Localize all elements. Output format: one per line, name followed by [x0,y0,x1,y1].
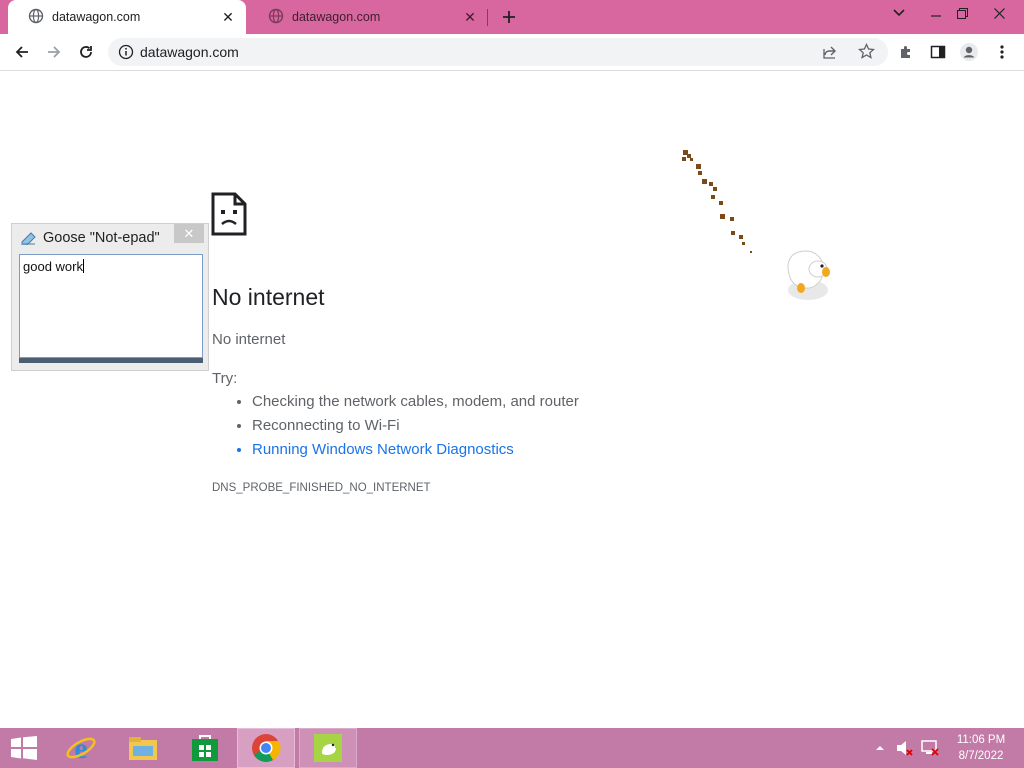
info-icon[interactable] [118,44,134,60]
desktop-goose[interactable] [670,145,840,315]
internet-explorer-icon[interactable]: e [52,728,110,768]
url-text[interactable]: datawagon.com [140,44,239,60]
start-icon[interactable] [0,728,48,768]
close-tab-icon[interactable]: ✕ [462,9,478,25]
goose-notepad-window[interactable]: Goose "Not-epad" ✕ good work [11,223,209,371]
svg-text:e: e [74,732,87,764]
tab-inactive[interactable]: datawagon.com ✕ [248,0,488,34]
restore-button[interactable] [946,0,978,26]
volume-muted-icon[interactable] [896,728,914,768]
tab-title: datawagon.com [52,10,141,24]
tab-title: datawagon.com [292,10,381,24]
address-bar[interactable]: datawagon.com [108,38,888,66]
tab-active[interactable]: datawagon.com ✕ [8,0,246,34]
clock-time: 11:06 PM [956,734,1006,746]
notepad-title: Goose "Not-epad" [43,230,160,246]
windows-taskbar: e 11:06 PM 8/7/2022 [0,728,1024,768]
menu-dots-icon[interactable] [988,38,1016,66]
error-code: DNS_PROBE_FINISHED_NO_INTERNET [212,482,431,494]
network-disconnected-icon[interactable] [920,728,940,768]
notepad-textarea[interactable]: good work [19,254,203,358]
side-panel-icon[interactable] [924,38,952,66]
try-label: Try: [212,370,238,387]
muddy-footprints [682,150,752,253]
store-icon[interactable] [176,728,234,768]
browser-toolbar: datawagon.com [0,34,1024,71]
error-subtitle: No internet [212,331,286,348]
new-tab-button[interactable] [498,6,520,28]
tab-search-icon[interactable] [883,0,915,26]
notepad-icon [21,231,37,245]
chrome-icon[interactable] [237,728,295,768]
sad-document-icon [211,192,247,241]
close-window-button[interactable] [976,0,1022,26]
tab-strip: datawagon.com ✕ datawagon.com ✕ [0,0,1024,34]
network-diagnostics-link[interactable]: Running Windows Network Diagnostics [252,440,579,464]
file-explorer-icon[interactable] [114,728,172,768]
share-icon[interactable] [822,44,838,65]
globe-icon [28,8,44,27]
back-arrow-icon[interactable] [8,38,36,66]
notepad-text: good work [23,259,83,274]
suggestion-list: Checking the network cables, modem, and … [212,392,579,464]
error-title: No internet [212,284,325,310]
notepad-bottom-bar [19,358,203,363]
show-hidden-icons[interactable] [875,728,885,768]
tab-separator [487,9,488,26]
goose-app-icon[interactable] [299,728,357,768]
bookmark-star-icon[interactable] [857,42,876,65]
suggestion-item: Reconnecting to Wi-Fi [252,416,579,440]
extensions-puzzle-icon[interactable] [892,38,920,66]
reload-icon[interactable] [72,38,100,66]
close-tab-icon[interactable]: ✕ [220,9,236,25]
system-clock[interactable]: 11:06 PM 8/7/2022 [950,732,1012,764]
page-content: No internet No internet Try: Checking th… [0,71,1024,728]
globe-icon [268,8,284,27]
forward-arrow-icon[interactable] [40,38,68,66]
profile-avatar-icon[interactable] [955,38,983,66]
text-caret [82,259,84,273]
clock-date: 8/7/2022 [958,750,1004,762]
suggestion-item: Checking the network cables, modem, and … [252,392,579,416]
notepad-close-button[interactable]: ✕ [174,224,204,243]
